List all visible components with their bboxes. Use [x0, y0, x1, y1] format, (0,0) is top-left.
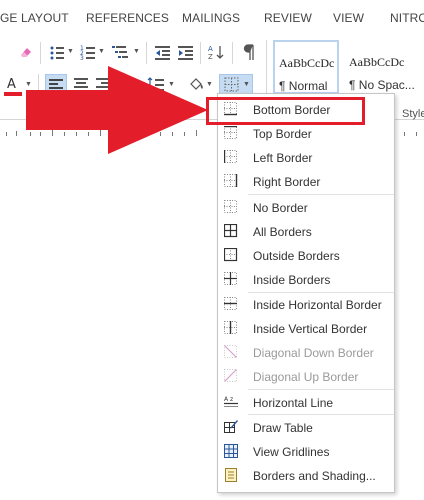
menu-item-label: Inside Horizontal Border [253, 298, 382, 312]
menu-item-label: Top Border [253, 127, 312, 141]
ruler-tick [416, 132, 417, 136]
numbering-icon[interactable]: 1 2 3 [80, 44, 96, 60]
no-border-icon [224, 200, 237, 213]
numbering-dropdown-arrow[interactable]: ▼ [98, 48, 105, 55]
clear-formatting-icon[interactable] [18, 44, 34, 60]
right-border-icon [224, 174, 238, 187]
style-sample-text: AaBbCcDc [279, 56, 335, 70]
multilevel-dropdown-arrow[interactable]: ▼ [133, 48, 140, 55]
ribbon-separator [40, 42, 41, 64]
menu-item-right-border[interactable]: Right Border [218, 169, 394, 193]
svg-text:A: A [208, 45, 213, 53]
menu-item-label: Diagonal Down Border [253, 346, 374, 360]
tab-review[interactable]: REVIEW [264, 11, 312, 25]
style-no-spacing[interactable]: AaBbCcDc ¶ No Spac... [344, 40, 415, 94]
ribbon-separator [232, 42, 233, 64]
svg-text:z: z [230, 396, 233, 403]
menu-item-label: Right Border [253, 175, 321, 189]
menu-item-label: Draw Table [253, 421, 313, 435]
menu-item-outside-borders[interactable]: Outside Borders [218, 243, 394, 267]
view-gridlines-icon [224, 444, 238, 458]
svg-text:A: A [7, 77, 16, 92]
menu-item-label: All Borders [253, 225, 312, 239]
menu-item-label: Horizontal Line [253, 396, 334, 410]
ribbon-tab-bar: GE LAYOUT REFERENCES MAILINGS REVIEW VIE… [0, 0, 424, 34]
tab-page-layout[interactable]: GE LAYOUT [0, 11, 69, 25]
bullets-icon[interactable] [49, 44, 65, 60]
ruler-tick [6, 132, 7, 136]
style-sample-text: AaBbCcDc [349, 55, 405, 69]
sort-icon[interactable]: A Z [208, 44, 224, 60]
borders-shading-icon [225, 468, 237, 482]
style-normal[interactable]: AaBbCcDc ¶ Normal [273, 40, 339, 94]
menu-item-label: Inside Borders [253, 273, 331, 287]
borders-dropdown-menu: Bottom Border Top Border Left Border Rig… [217, 93, 395, 493]
red-pointer-arrow [26, 66, 208, 154]
decrease-indent-icon[interactable] [155, 44, 171, 60]
menu-item-diagonal-down-border[interactable]: Diagonal Down Border [218, 340, 394, 364]
tab-view[interactable]: VIEW [333, 11, 364, 25]
ribbon-separator [266, 40, 267, 100]
menu-item-inside-borders[interactable]: Inside Borders [218, 267, 394, 291]
show-paragraph-marks-icon[interactable] [243, 43, 255, 61]
inside-horizontal-border-icon [224, 297, 237, 310]
horizontal-line-icon: A z [224, 396, 238, 407]
svg-text:A: A [224, 396, 229, 403]
menu-item-label: Diagonal Up Border [253, 370, 359, 384]
diagonal-down-border-icon [224, 345, 237, 358]
borders-icon [224, 77, 239, 92]
ribbon-separator [200, 42, 201, 64]
multilevel-list-icon[interactable] [112, 44, 130, 60]
menu-item-left-border[interactable]: Left Border [218, 145, 394, 169]
diagonal-up-border-icon [224, 369, 237, 382]
menu-item-draw-table[interactable]: Draw Table [218, 415, 394, 439]
tab-references[interactable]: REFERENCES [86, 11, 169, 25]
tab-mailings[interactable]: MAILINGS [182, 11, 240, 25]
borders-dropdown-arrow[interactable]: ▼ [243, 81, 250, 88]
outside-borders-icon [224, 248, 238, 262]
menu-item-label: View Gridlines [253, 445, 330, 459]
inside-vertical-border-icon [224, 321, 237, 334]
highlight-box [206, 97, 365, 125]
left-border-icon [224, 150, 237, 163]
menu-item-label: Outside Borders [253, 249, 340, 263]
inside-borders-icon [224, 272, 237, 285]
style-name: ¶ No Spac... [349, 78, 415, 92]
menu-item-label: Borders and Shading... [253, 469, 376, 483]
svg-text:Z: Z [208, 53, 213, 60]
menu-item-borders-and-shading[interactable]: Borders and Shading... [218, 463, 394, 487]
menu-item-label: Inside Vertical Border [253, 322, 368, 336]
menu-item-view-gridlines[interactable]: View Gridlines [218, 439, 394, 463]
menu-item-horizontal-line[interactable]: A z Horizontal Line [218, 390, 394, 414]
font-color-bar [4, 92, 22, 96]
all-borders-icon [224, 224, 238, 238]
ruler-tick [16, 131, 17, 136]
menu-item-no-border[interactable]: No Border [218, 195, 394, 219]
bullets-dropdown-arrow[interactable]: ▼ [67, 48, 74, 55]
ruler-tick [404, 132, 405, 136]
font-color-icon[interactable]: A [5, 76, 21, 92]
menu-item-label: Left Border [253, 151, 313, 165]
ribbon-separator [146, 42, 147, 64]
menu-item-inside-vertical-border[interactable]: Inside Vertical Border [218, 316, 394, 340]
style-name: ¶ Normal [279, 79, 328, 93]
styles-group-label: Style [402, 108, 424, 120]
increase-indent-icon[interactable] [178, 44, 194, 60]
tab-nitro[interactable]: NITRO [390, 11, 424, 25]
svg-text:3: 3 [80, 55, 84, 60]
menu-item-inside-horizontal-border[interactable]: Inside Horizontal Border [218, 292, 394, 316]
menu-item-all-borders[interactable]: All Borders [218, 219, 394, 243]
menu-item-label: No Border [253, 201, 308, 215]
top-border-icon [224, 126, 237, 139]
menu-item-diagonal-up-border[interactable]: Diagonal Up Border [218, 364, 394, 388]
draw-table-icon [224, 420, 238, 433]
